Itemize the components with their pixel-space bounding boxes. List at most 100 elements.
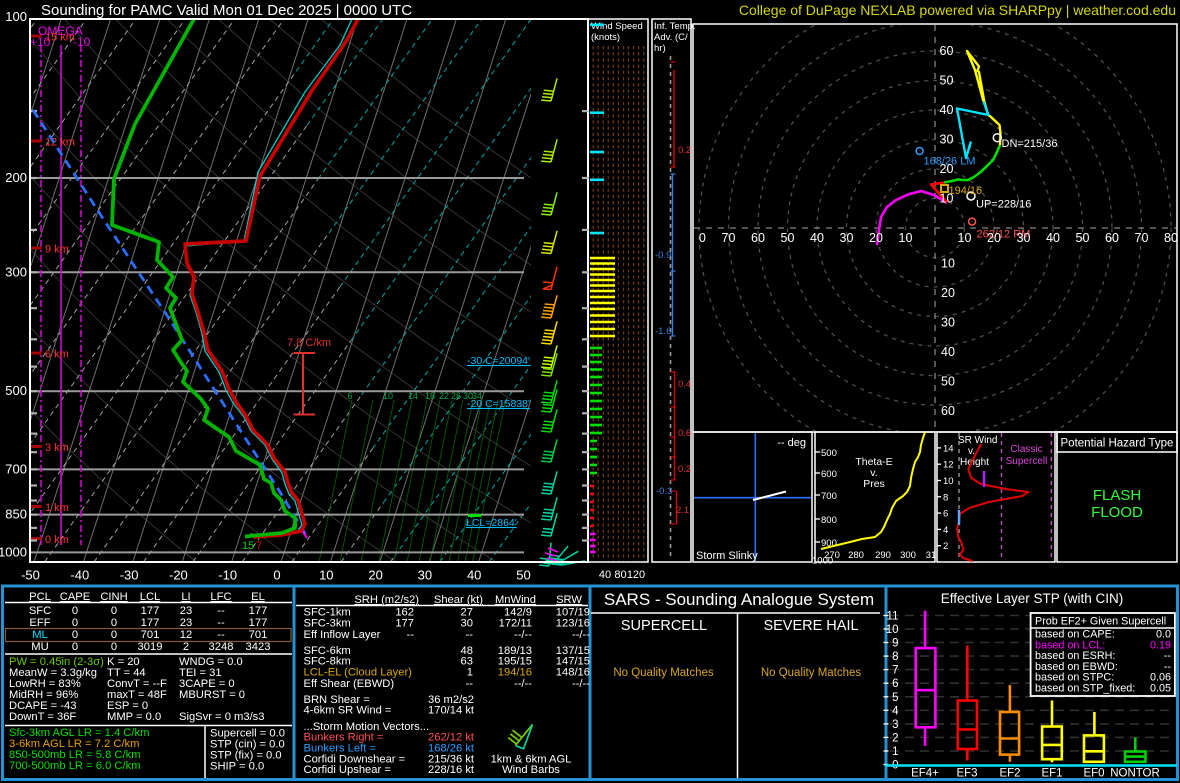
svg-text:120: 120: [627, 569, 645, 581]
svg-text:-20: -20: [169, 568, 188, 583]
svg-text:hr): hr): [654, 43, 666, 54]
svg-text:Inf. Temp.: Inf. Temp.: [654, 21, 696, 32]
svg-text:-10: -10: [73, 35, 91, 49]
svg-text:SUPERCELL: SUPERCELL: [621, 618, 707, 634]
svg-text:-1.6: -1.6: [655, 326, 671, 337]
svg-text:177: 177: [249, 605, 268, 617]
svg-text:EF2: EF2: [999, 768, 1020, 780]
svg-text:23: 23: [180, 605, 192, 617]
svg-text:DownT = 36F: DownT = 36F: [9, 711, 76, 723]
svg-text:2: 2: [943, 541, 948, 552]
svg-text:12: 12: [943, 460, 954, 471]
svg-text:0: 0: [111, 641, 117, 653]
svg-text:Height: Height: [960, 457, 989, 468]
svg-text:0.2: 0.2: [678, 464, 691, 475]
svg-text:40: 40: [810, 231, 824, 245]
svg-text:0.05: 0.05: [1150, 682, 1171, 694]
svg-text:FLOOD: FLOOD: [1091, 504, 1143, 521]
svg-text:1000: 1000: [0, 544, 27, 559]
svg-text:100: 100: [5, 9, 27, 24]
svg-text:EF4+: EF4+: [911, 768, 939, 780]
svg-text:70: 70: [722, 231, 736, 245]
svg-text:ML: ML: [32, 629, 48, 641]
svg-text:Corfidi Upshear =: Corfidi Upshear =: [304, 764, 391, 776]
svg-text:30: 30: [1017, 231, 1031, 245]
svg-text:40: 40: [467, 568, 481, 583]
svg-text:80: 80: [614, 569, 626, 581]
svg-text:0: 0: [72, 629, 78, 641]
svg-text:Storm Slinky: Storm Slinky: [696, 550, 758, 562]
svg-text:50: 50: [941, 375, 955, 389]
svg-text:14: 14: [943, 443, 954, 454]
svg-text:Effective Layer STP (with CIN): Effective Layer STP (with CIN): [941, 591, 1124, 606]
svg-text:SHIP = 0.0: SHIP = 0.0: [210, 761, 264, 773]
svg-text:10: 10: [899, 231, 913, 245]
svg-text:MMP = 0.0: MMP = 0.0: [107, 711, 161, 723]
svg-text:148/16: 148/16: [556, 667, 590, 679]
svg-text:10: 10: [886, 624, 899, 636]
svg-text:50: 50: [516, 568, 530, 583]
svg-text:SigSvr = 0 m3/s3: SigSvr = 0 m3/s3: [179, 711, 265, 723]
svg-text:500: 500: [821, 448, 837, 459]
svg-text:8: 8: [892, 651, 898, 663]
svg-text:172/11: 172/11: [499, 618, 532, 630]
svg-text:11: 11: [887, 611, 899, 623]
svg-text:701: 701: [249, 629, 268, 641]
svg-text:15: 15: [242, 540, 254, 552]
svg-text:-50: -50: [21, 568, 40, 583]
svg-text:Shear (kt): Shear (kt): [434, 594, 483, 606]
svg-text:10: 10: [941, 257, 955, 271]
svg-text:EL: EL: [251, 591, 265, 603]
svg-text:15 km: 15 km: [45, 32, 75, 44]
svg-text:9 km: 9 km: [45, 244, 69, 256]
svg-text:SARS - Sounding Analogue Syste: SARS - Sounding Analogue System: [604, 590, 874, 609]
svg-text:UP=228/16: UP=228/16: [976, 199, 1031, 211]
svg-text:30: 30: [940, 133, 954, 147]
svg-text:40: 40: [599, 569, 611, 581]
svg-text:20: 20: [987, 231, 1001, 245]
svg-text:5: 5: [892, 692, 898, 704]
svg-text:0.4: 0.4: [678, 379, 691, 390]
svg-text:--/--: --/--: [572, 678, 590, 690]
svg-text:LFC: LFC: [210, 591, 231, 603]
svg-text:7.8 C/km: 7.8 C/km: [287, 337, 331, 349]
svg-text:60: 60: [940, 44, 954, 58]
svg-text:3019: 3019: [138, 641, 163, 653]
svg-text:-40: -40: [70, 568, 89, 583]
svg-text:Adv. (C/: Adv. (C/: [654, 32, 688, 43]
svg-text:SRW: SRW: [556, 594, 582, 606]
svg-text:4: 4: [892, 705, 899, 717]
svg-text:Eff Inflow Layer: Eff Inflow Layer: [304, 629, 381, 641]
svg-text:(knots): (knots): [591, 32, 620, 43]
svg-text:701: 701: [141, 629, 160, 641]
svg-text:LCL=2864': LCL=2864': [466, 517, 517, 529]
svg-text:EF1: EF1: [1041, 768, 1062, 780]
svg-text:2: 2: [183, 641, 189, 653]
svg-text:500: 500: [5, 383, 27, 398]
svg-text:177: 177: [249, 617, 268, 629]
svg-text:-10: -10: [218, 568, 237, 583]
svg-text:20: 20: [940, 162, 954, 176]
svg-text:SFC: SFC: [29, 605, 51, 617]
svg-text:9: 9: [892, 638, 898, 650]
svg-text:12 km: 12 km: [45, 137, 75, 149]
svg-text:0: 0: [72, 641, 78, 653]
svg-text:177: 177: [141, 617, 160, 629]
svg-text:No Quality Matches: No Quality Matches: [761, 667, 862, 679]
svg-text:0 km: 0 km: [45, 534, 69, 546]
svg-text:--: --: [217, 617, 225, 629]
svg-text:7: 7: [892, 665, 898, 677]
svg-text:3423: 3423: [246, 641, 271, 653]
svg-text:194/16: 194/16: [949, 185, 983, 197]
svg-text:60: 60: [1105, 231, 1119, 245]
svg-text:Prob EF2+ Given Supercell: Prob EF2+ Given Supercell: [1035, 616, 1166, 628]
svg-text:-30: -30: [120, 568, 139, 583]
svg-text:30: 30: [840, 231, 854, 245]
svg-text:10: 10: [943, 476, 954, 487]
svg-text:EF0: EF0: [1083, 768, 1104, 780]
svg-text:CINH: CINH: [100, 591, 127, 603]
svg-text:--: --: [217, 629, 225, 641]
svg-text:Eff Shear (EBWD): Eff Shear (EBWD): [304, 678, 395, 690]
svg-text:40: 40: [941, 345, 955, 359]
svg-text:0: 0: [273, 568, 280, 583]
